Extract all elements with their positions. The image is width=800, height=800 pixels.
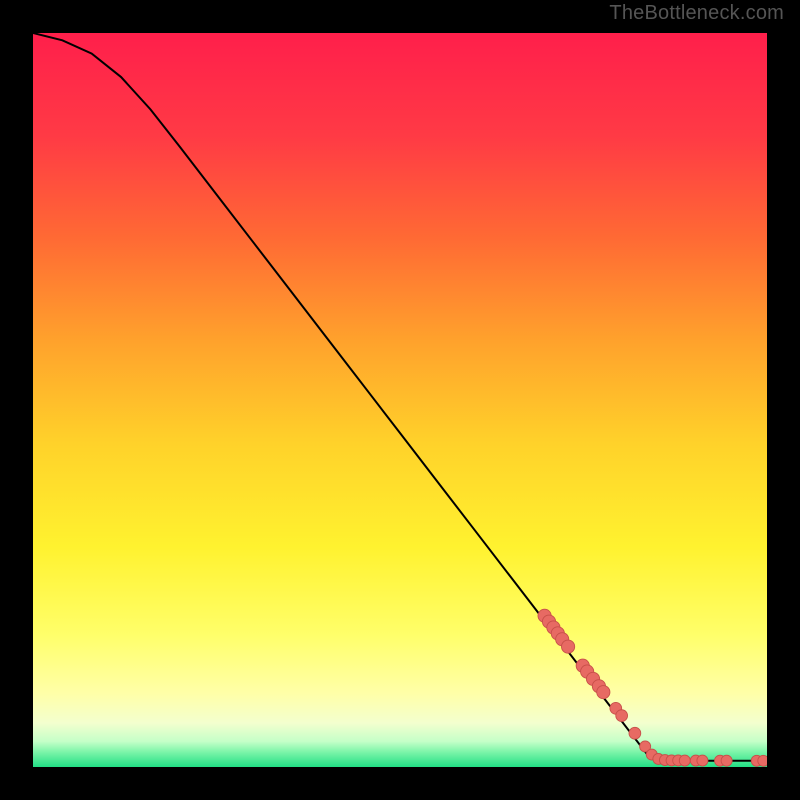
plot-svg [33, 33, 767, 767]
gradient-rect [33, 33, 767, 767]
data-point [561, 640, 574, 653]
data-point [616, 710, 628, 722]
watermark-text: TheBottleneck.com [609, 2, 784, 25]
data-point [697, 755, 708, 766]
data-point [597, 686, 610, 699]
chart-stage: TheBottleneck.com [0, 0, 800, 800]
data-point [721, 755, 732, 766]
plot-area [33, 33, 767, 767]
data-point [758, 755, 767, 766]
data-point [679, 755, 690, 766]
data-point [629, 727, 641, 739]
